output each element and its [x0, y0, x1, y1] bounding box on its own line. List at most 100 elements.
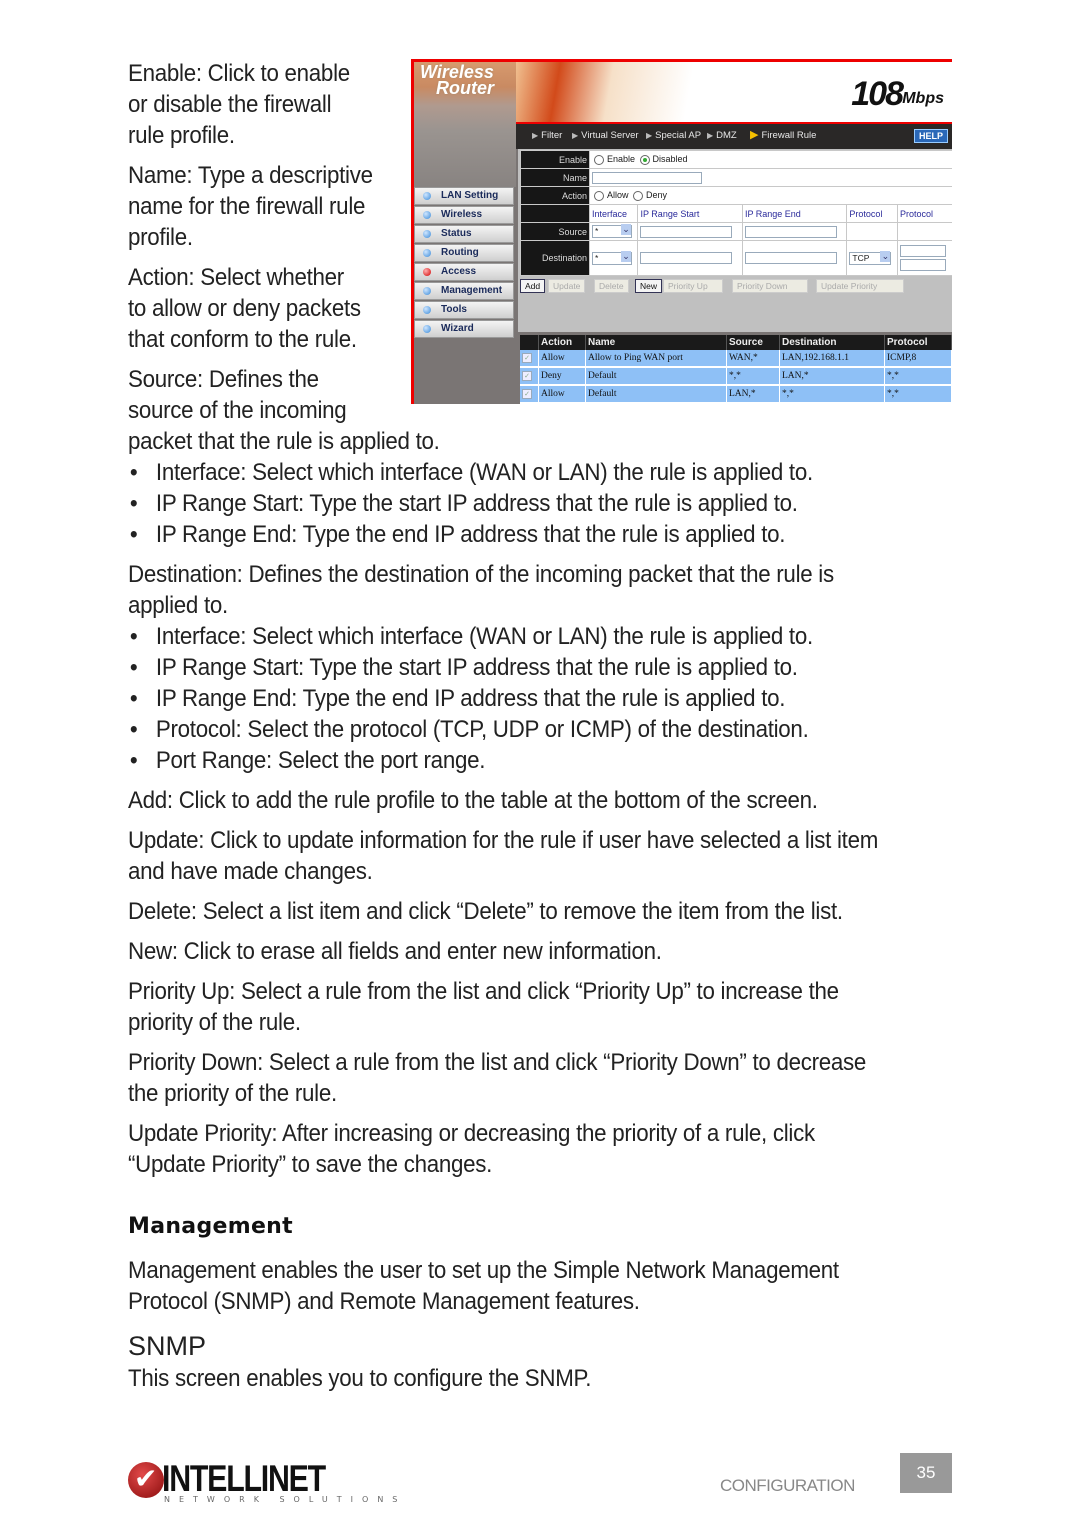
cell-name: Allow to Ping WAN port	[585, 350, 727, 368]
column-header: Name	[585, 335, 727, 350]
bullet-item: IP Range End: Type the end IP address th…	[128, 519, 786, 550]
column-header: Protocol	[846, 204, 899, 223]
text-line: packet that the rule is applied to.	[128, 428, 440, 455]
field-label: Source	[520, 222, 590, 241]
priority-down-description: Priority Down: Select a rule from the li…	[128, 1047, 866, 1109]
column-header: Protocol	[897, 204, 952, 223]
text-line: Priority Down: Select a rule from the li…	[128, 1049, 867, 1076]
sidebar-item-label: Wizard	[441, 323, 474, 334]
sidebar-item-label: Routing	[441, 247, 479, 258]
cell-name: Default	[585, 367, 727, 386]
tab-special-ap[interactable]: ▶ Special AP	[646, 130, 701, 141]
name-input[interactable]	[592, 171, 702, 184]
checkmark-icon	[128, 1462, 164, 1498]
row-checkbox[interactable]: ✓	[522, 371, 532, 381]
logo-subtext: NETWORK SOLUTIONS	[164, 1495, 407, 1504]
sidebar-item-access[interactable]: Access	[414, 263, 514, 281]
text-line: source of the incoming	[128, 397, 347, 424]
action-description: Action: Select whether to allow or deny …	[128, 262, 361, 355]
bullet-item: IP Range Start: Type the start IP addres…	[128, 652, 798, 683]
field-label	[520, 204, 590, 223]
text-line: or disable the firewall	[128, 91, 332, 118]
tab-firewall-rule[interactable]: ▶ Firewall Rule	[750, 128, 816, 141]
table-row[interactable]: ✓ Deny Default *,* LAN,* *,*	[520, 367, 952, 386]
tab-dmz[interactable]: ▶ DMZ	[707, 130, 737, 141]
port-end-input[interactable]	[900, 259, 947, 271]
radio-label: Enable	[607, 154, 636, 165]
add-button[interactable]: Add	[520, 279, 546, 293]
row-checkbox[interactable]: ✓	[522, 353, 532, 363]
sidebar-item-wizard[interactable]: Wizard	[414, 320, 514, 338]
speed-text: 108	[851, 75, 904, 113]
cell-source: *,*	[726, 367, 780, 386]
column-header: Source	[726, 335, 780, 350]
sidebar-item-wireless[interactable]: Wireless	[414, 206, 514, 224]
text-line: Update Priority: After increasing or dec…	[128, 1120, 815, 1147]
sidebar-item-label: Access	[441, 266, 477, 277]
priority-down-button[interactable]: Priority Down	[732, 279, 808, 293]
section-label: CONFIGURATION	[720, 1476, 855, 1495]
priority-up-button[interactable]: Priority Up	[663, 279, 723, 293]
cell-destination: *,*	[779, 385, 885, 404]
sidebar-item-tools[interactable]: Tools	[414, 301, 514, 319]
destination-ip-end-input[interactable]	[744, 252, 837, 264]
table-row[interactable]: ✓ Allow Default LAN,* *,* *,*	[520, 385, 952, 404]
bullet-icon	[423, 249, 431, 257]
tab-label: Special AP	[655, 130, 702, 141]
tab-virtual-server[interactable]: ▶ Virtual Server	[572, 130, 639, 141]
destination-protocol-select[interactable]: TCP	[849, 250, 892, 265]
cell-action: Deny	[538, 367, 586, 386]
router-sidebar: LAN Setting Wireless Status Routing Acce…	[414, 187, 514, 339]
priority-up-description: Priority Up: Select a rule from the list…	[128, 976, 839, 1038]
column-header: Action	[538, 335, 586, 350]
bullet-icon	[423, 192, 431, 200]
update-priority-button[interactable]: Update Priority	[816, 279, 904, 293]
allow-radio[interactable]	[594, 190, 604, 201]
text-line: rule profile.	[128, 122, 235, 149]
destination-ip-start-input[interactable]	[640, 252, 733, 264]
update-description: Update: Click to update information for …	[128, 825, 878, 887]
deny-radio[interactable]	[633, 190, 644, 201]
row-checkbox[interactable]: ✓	[522, 389, 532, 399]
action-field: Allow Deny	[589, 186, 952, 205]
sidebar-item-label: Tools	[441, 304, 467, 315]
delete-button[interactable]: Delete	[594, 279, 629, 293]
bullet-item: IP Range End: Type the end IP address th…	[128, 683, 786, 714]
text-line: applied to.	[128, 592, 228, 619]
text-line: Action: Select whether	[128, 264, 344, 291]
sidebar-item-management[interactable]: Management	[414, 282, 514, 300]
disabled-radio[interactable]	[639, 154, 650, 165]
port-start-input[interactable]	[900, 245, 947, 257]
help-button[interactable]: HELP	[913, 129, 948, 143]
new-button[interactable]: New	[635, 279, 663, 293]
source-ip-end-input[interactable]	[744, 225, 837, 238]
update-button[interactable]: Update	[548, 279, 586, 293]
sidebar-item-routing[interactable]: Routing	[414, 244, 514, 262]
enable-description: Enable: Click to enable or disable the f…	[128, 58, 350, 151]
sidebar-item-label: Wireless	[441, 209, 483, 220]
table-header-row: Action Name Source Destination Protocol	[520, 335, 952, 350]
sidebar-item-label: LAN Setting	[441, 190, 499, 201]
table-row[interactable]: ✓ Allow Allow to Ping WAN port WAN,* LAN…	[520, 350, 952, 368]
text-line: Management enables the user to set up th…	[128, 1257, 839, 1284]
rules-table: Action Name Source Destination Protocol …	[520, 335, 952, 404]
speed-unit: Mbps	[902, 90, 944, 107]
column-header	[520, 335, 539, 350]
cell-destination: LAN,192.168.1.1	[779, 350, 885, 368]
tab-filter[interactable]: ▶ Filter	[532, 130, 562, 141]
cell-protocol: ICMP,8	[884, 350, 952, 368]
source-ip-start-input[interactable]	[640, 225, 733, 238]
column-header: IP Range Start	[637, 204, 743, 223]
cell-action: Allow	[538, 350, 586, 368]
source-interface-select[interactable]: *	[592, 224, 632, 238]
text-line: “Update Priority” to save the changes.	[128, 1151, 493, 1178]
brand-text: Router	[436, 78, 494, 98]
text-line: the priority of the rule.	[128, 1080, 337, 1107]
destination-interface-select[interactable]: *	[592, 250, 632, 265]
sidebar-item-lan-setting[interactable]: LAN Setting	[414, 187, 514, 205]
cell-name: Default	[585, 385, 727, 404]
sidebar-item-status[interactable]: Status	[414, 225, 514, 243]
triangle-right-icon: ▶	[572, 131, 579, 140]
enable-radio[interactable]	[594, 154, 604, 165]
text-line: name for the firewall rule	[128, 193, 366, 220]
